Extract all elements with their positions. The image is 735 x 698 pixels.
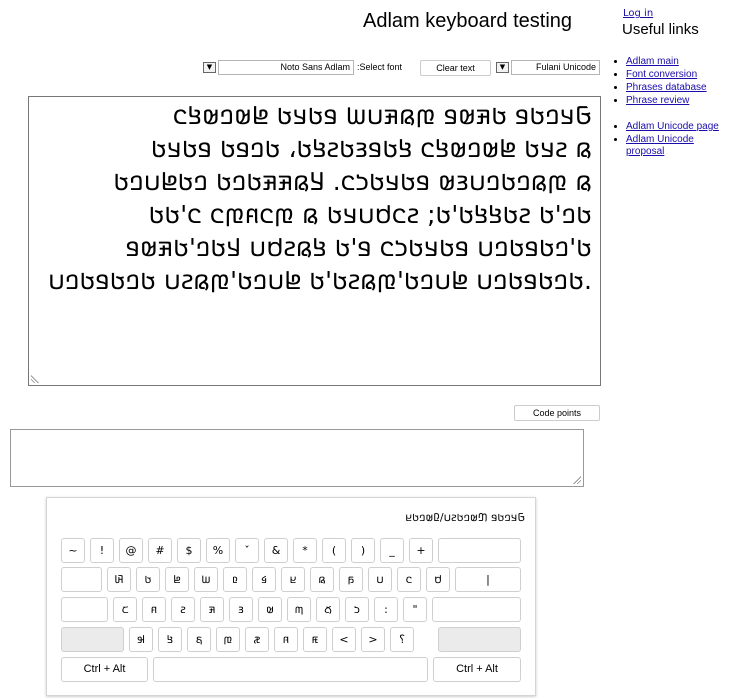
key[interactable]: 𞤰 [113, 597, 137, 622]
code-points-button[interactable]: Code points [514, 405, 600, 421]
key[interactable]: 𞤶 [287, 597, 311, 622]
key[interactable]: ! [90, 538, 114, 563]
key[interactable]: 𞤫 [310, 567, 334, 592]
caps-lock-key[interactable] [61, 597, 108, 622]
key[interactable]: 𞤴 [229, 597, 253, 622]
text-line: 𞤀𞤣𞤤𞤢𞤥 𞤢𞤳𞤵𞤥 𞤼𞤫𞤳𞤭𞤧 𞤥𞤢𞤣𞤢 𞤦𞤵𞤤𞤵𞤺𞤮 [172, 101, 592, 130]
text-line: 𞤢𞤤'𞤢 𞤲𞤢𞤺𞤺𞤢'𞤢; 𞤲𞤮𞤯𞤭𞤣𞤢 𞤫 𞤼𞤮𞤱𞤼𞤮 𞤮'𞤢𞤢 [148, 200, 592, 229]
key[interactable]: * [293, 538, 317, 563]
code-points-output[interactable] [10, 429, 584, 487]
ctrl-alt-right-key[interactable]: Ctrl + Alt [433, 657, 521, 682]
key[interactable]: 𞤯 [426, 567, 450, 592]
list-item: Font conversion [626, 69, 721, 81]
font-select[interactable]: Noto Sans Adlam [218, 60, 354, 75]
left-shift-key[interactable] [61, 627, 124, 652]
right-shift-key[interactable] [438, 627, 521, 652]
key[interactable]: 𞤽 [245, 627, 269, 652]
link-adlam-unicode-page[interactable]: Adlam Unicode page [626, 121, 719, 132]
keyboard-select[interactable]: Fulani Unicode [511, 60, 600, 75]
useful-links-list: Adlam main Font conversion Phrases datab… [612, 56, 721, 159]
font-dropdown-arrow-icon[interactable]: ▼ [203, 62, 216, 73]
useful-links-title: Useful links [622, 21, 699, 38]
key[interactable]: ( [322, 538, 346, 563]
login-link[interactable]: Log in [623, 8, 653, 19]
key[interactable]: 𞤡 [107, 567, 131, 592]
key[interactable]: 𞤨 [223, 567, 247, 592]
key[interactable]: 𞤢 [136, 567, 160, 592]
text-line: 𞤫 𞤲𞤣𞤢 𞤦𞤵𞤤𞤵𞤺𞤮 𞤺𞤢𞤥𞤴𞤢𞤲𞤺𞤢، 𞤢𞤤𞤥𞤢 𞤥𞤢𞤣𞤢 [150, 134, 592, 163]
key[interactable]: 𞤼 [216, 627, 240, 652]
key[interactable]: _ [380, 538, 404, 563]
key[interactable]: ~ [61, 538, 85, 563]
keyboard-dropdown-arrow-icon[interactable]: ▼ [496, 62, 509, 73]
key[interactable]: 𞤲 [171, 597, 195, 622]
text-line: 𞤢'𞤤𞤢𞤥𞤢𞤤𞤭 𞤥𞤢𞤣𞤢𞤸𞤮 𞤥'𞤢 𞤺𞤫𞤲𞤯𞤭 𞤣𞤢𞤤'𞤢𞤳𞤵𞤥 [125, 233, 592, 262]
key[interactable]: 𞤸 [345, 597, 369, 622]
text-line: 𞤫 𞤼𞤫𞤤𞤢𞤤𞤭𞤴𞤵 𞤥𞤢𞤣𞤢𞤸𞤮. 𞤁𞤫𞤳𞤳𞤢𞤤𞤢 𞤤𞤢𞤦𞤭𞤤𞤢 [113, 167, 592, 196]
list-item: Phrase review [626, 95, 721, 107]
key[interactable]: < [332, 627, 356, 652]
key[interactable]: : [374, 597, 398, 622]
enter-key[interactable] [432, 597, 521, 622]
key[interactable]: & [264, 538, 288, 563]
key[interactable]: @ [119, 538, 143, 563]
key[interactable]: 𞤺 [158, 627, 182, 652]
resize-grip-icon[interactable] [572, 475, 581, 484]
tab-key[interactable] [61, 567, 102, 592]
key[interactable]: 𞤹 [129, 627, 153, 652]
text-input-area[interactable]: 𞤀𞤣𞤤𞤢𞤥 𞤢𞤳𞤵𞤥 𞤼𞤫𞤳𞤭𞤧 𞤥𞤢𞤣𞤢 𞤦𞤵𞤤𞤵𞤺𞤮 𞤫 𞤲𞤣𞤢 𞤦𞤵𞤤𞤵𞤺… [28, 96, 601, 386]
key[interactable]: 𞤭 [368, 567, 392, 592]
key[interactable]: 𞤿 [303, 627, 327, 652]
resize-grip-icon[interactable] [31, 374, 40, 383]
key[interactable]: 𞤻 [187, 627, 211, 652]
key[interactable]: 𞤧 [194, 567, 218, 592]
key[interactable]: + [409, 538, 433, 563]
key[interactable]: 𞤬 [339, 567, 363, 592]
list-spacer [626, 108, 721, 120]
list-item: Adlam Unicode proposal [626, 134, 721, 158]
key[interactable]: ˇ [235, 538, 259, 563]
page-title: Adlam keyboard testing [363, 10, 573, 32]
key[interactable]: ؟ [390, 627, 414, 652]
list-item: Adlam Unicode page [626, 121, 721, 133]
link-phrases-database[interactable]: Phrases database [626, 82, 707, 93]
key[interactable]: 𞤵 [258, 597, 282, 622]
link-font-conversion[interactable]: Font conversion [626, 69, 697, 80]
key[interactable]: ) [351, 538, 375, 563]
link-phrase-review[interactable]: Phrase review [626, 95, 689, 106]
space-key[interactable] [153, 657, 428, 682]
link-adlam-unicode-proposal[interactable]: Adlam Unicode proposal [626, 134, 694, 157]
text-line: .𞤢𞤤𞤢𞤥𞤢𞤤𞤭 𞤦𞤭𞤤𞤢'𞤼𞤫𞤲𞤢'𞤢 𞤦𞤭𞤤𞤢'𞤼𞤫𞤲𞤭 𞤢𞤤𞤢𞤥𞤢𞤤𞤭 [47, 266, 592, 295]
clear-text-button[interactable]: Clear text [420, 60, 491, 76]
key[interactable]: 𞤱 [142, 597, 166, 622]
select-font-label: :Select font [357, 62, 403, 72]
key[interactable]: > [361, 627, 385, 652]
backspace-key[interactable] [438, 538, 521, 563]
key[interactable]: | [455, 567, 521, 592]
virtual-keyboard: 𞤀𞤣𞤤𞤢𞤥 𞤔𞤵𞤤𞤢𞤲𞤭/𞤆𞤵𞤤𞤢𞤪 ~ ! @ # $ % ˇ & * ( )… [46, 497, 536, 696]
list-item: Phrases database [626, 82, 721, 94]
list-item: Adlam main [626, 56, 721, 68]
key[interactable]: $ [177, 538, 201, 563]
key[interactable]: # [148, 538, 172, 563]
key[interactable]: 𞤳 [200, 597, 224, 622]
ctrl-alt-left-key[interactable]: Ctrl + Alt [61, 657, 148, 682]
key[interactable]: 𞤮 [397, 567, 421, 592]
key[interactable]: 𞤦 [165, 567, 189, 592]
key[interactable]: 𞤪 [281, 567, 305, 592]
key[interactable]: 𞤩 [252, 567, 276, 592]
key[interactable]: 𞤷 [316, 597, 340, 622]
key[interactable]: " [403, 597, 427, 622]
key[interactable]: 𞤾 [274, 627, 298, 652]
link-adlam-main[interactable]: Adlam main [626, 56, 679, 67]
key[interactable]: % [206, 538, 230, 563]
keyboard-name: 𞤀𞤣𞤤𞤢𞤥 𞤔𞤵𞤤𞤢𞤲𞤭/𞤆𞤵𞤤𞤢𞤪 [405, 511, 525, 524]
